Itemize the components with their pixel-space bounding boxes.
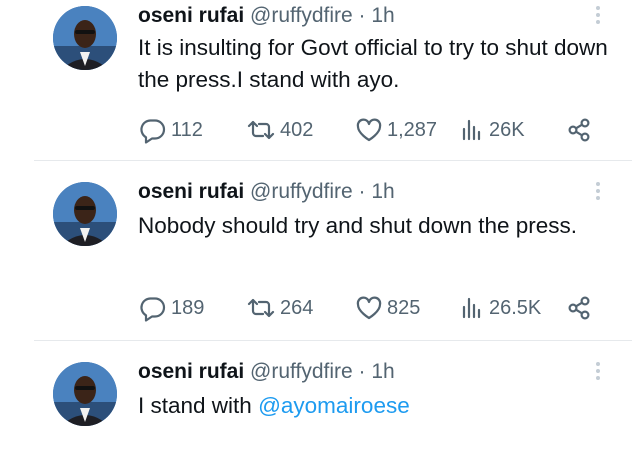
reply-icon <box>140 119 166 144</box>
more-icon[interactable] <box>590 360 606 382</box>
more-icon[interactable] <box>590 4 606 26</box>
separator-dot: · <box>358 4 366 27</box>
views-icon <box>462 119 481 141</box>
avatar[interactable] <box>53 362 117 426</box>
tweet-text-prefix: I stand with <box>138 393 259 418</box>
heart-icon <box>356 296 382 320</box>
separator-dot: · <box>358 180 366 203</box>
share-button[interactable] <box>565 115 593 145</box>
author-handle[interactable]: @ruffydfire <box>250 4 353 27</box>
tweet[interactable]: oseni rufai @ruffydfire · 1h It is insul… <box>0 0 644 162</box>
reply-icon <box>140 297 166 322</box>
views-icon <box>462 297 481 319</box>
tweet-header: oseni rufai @ruffydfire · 1h <box>138 360 395 384</box>
views-button[interactable]: 26.5K <box>458 293 541 323</box>
tweet[interactable]: oseni rufai @ruffydfire · 1h Nobody shou… <box>0 162 644 342</box>
retweet-count: 402 <box>280 118 314 141</box>
like-count: 825 <box>387 296 421 319</box>
avatar[interactable] <box>53 6 117 70</box>
tweet-header: oseni rufai @ruffydfire · 1h <box>138 4 395 28</box>
avatar[interactable] <box>53 182 117 246</box>
divider <box>34 340 632 341</box>
reply-button[interactable]: 112 <box>138 115 203 145</box>
tweet-header: oseni rufai @ruffydfire · 1h <box>138 180 395 204</box>
author-name[interactable]: oseni rufai <box>138 4 244 27</box>
reply-count: 112 <box>171 118 203 141</box>
author-handle[interactable]: @ruffydfire <box>250 360 353 383</box>
views-count: 26K <box>489 118 525 141</box>
views-count: 26.5K <box>489 296 542 319</box>
tweet[interactable]: oseni rufai @ruffydfire · 1h I stand wit… <box>0 342 644 462</box>
share-icon <box>568 296 590 320</box>
retweet-count: 264 <box>280 296 314 319</box>
retweet-icon <box>247 120 275 140</box>
share-button[interactable] <box>565 293 593 323</box>
mention-link[interactable]: @ayomairoese <box>258 393 410 418</box>
action-bar: 189 264 825 26.5K <box>138 293 608 323</box>
retweet-icon <box>247 298 275 318</box>
timestamp[interactable]: 1h <box>371 180 394 203</box>
author-name[interactable]: oseni rufai <box>138 180 244 203</box>
reply-count: 189 <box>171 296 205 319</box>
views-button[interactable]: 26K <box>458 115 525 145</box>
like-button[interactable]: 825 <box>354 293 420 323</box>
tweet-text: I stand with @ayomairoese <box>138 390 608 422</box>
heart-icon <box>356 118 382 142</box>
more-icon[interactable] <box>590 180 606 202</box>
retweet-button[interactable]: 402 <box>245 115 313 145</box>
author-name[interactable]: oseni rufai <box>138 360 244 383</box>
reply-button[interactable]: 189 <box>138 293 204 323</box>
share-icon <box>568 118 590 142</box>
timestamp[interactable]: 1h <box>371 360 394 383</box>
retweet-button[interactable]: 264 <box>245 293 313 323</box>
tweet-text: It is insulting for Govt official to try… <box>138 35 608 92</box>
separator-dot: · <box>358 360 366 383</box>
divider <box>34 160 632 161</box>
author-handle[interactable]: @ruffydfire <box>250 180 353 203</box>
like-count: 1,287 <box>387 118 438 141</box>
like-button[interactable]: 1,287 <box>354 115 437 145</box>
action-bar: 112 402 1,287 26K <box>138 115 608 145</box>
timestamp[interactable]: 1h <box>371 4 394 27</box>
tweet-text: Nobody should try and shut down the pres… <box>138 213 578 238</box>
